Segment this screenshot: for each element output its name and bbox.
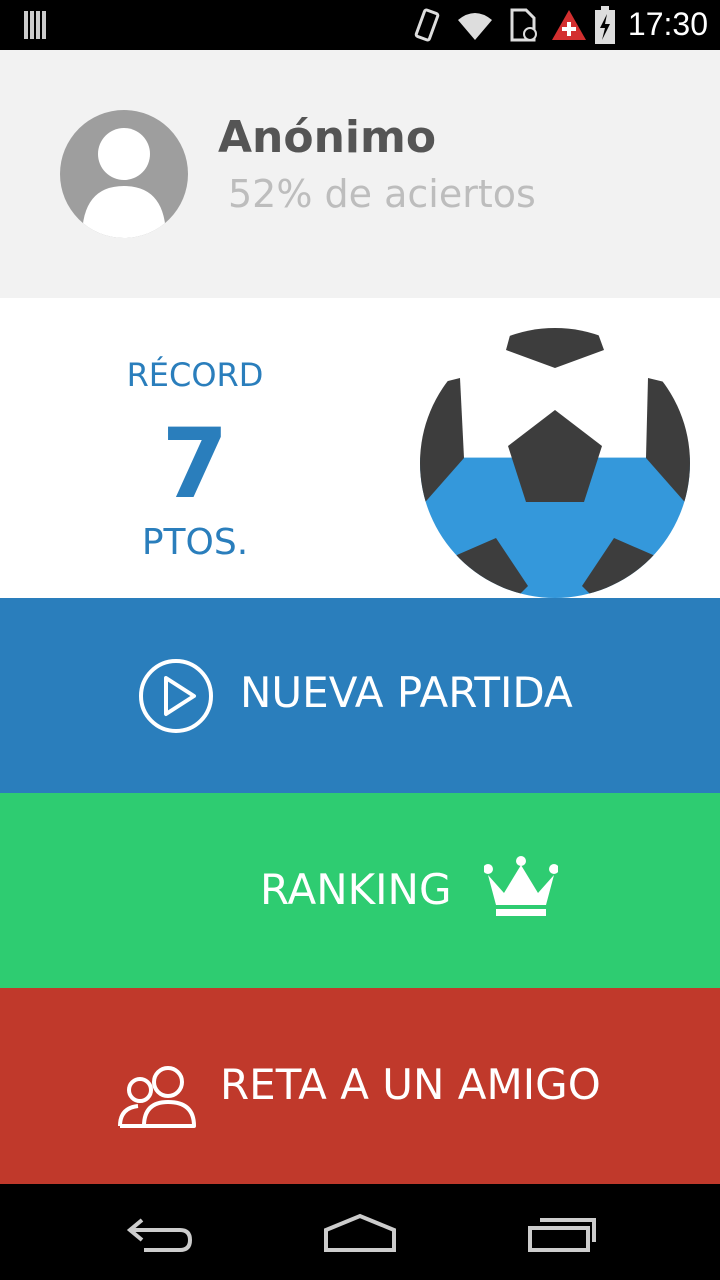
new-game-button[interactable]: NUEVA PARTIDA	[0, 598, 720, 793]
play-icon	[139, 659, 213, 733]
record-units: PTOS.	[141, 522, 249, 563]
user-silhouette-icon	[82, 128, 166, 238]
navigation-bar	[0, 1184, 720, 1280]
battery-charging-icon	[595, 6, 615, 44]
wifi-icon	[458, 13, 492, 40]
ranking-button[interactable]: RANKING	[0, 793, 720, 988]
record-panel: RÉCORD 7 PTOS.	[0, 298, 720, 598]
home-icon[interactable]	[322, 1212, 398, 1254]
crown-icon	[484, 856, 558, 916]
back-icon[interactable]	[124, 1214, 194, 1254]
avatar[interactable]	[60, 110, 188, 238]
player-name: Anónimo	[218, 112, 437, 163]
vibrate-icon	[414, 8, 440, 42]
record-label: RÉCORD	[126, 356, 264, 394]
challenge-friend-label: RETA A UN AMIGO	[220, 1060, 601, 1109]
challenge-friend-button[interactable]: RETA A UN AMIGO	[0, 988, 720, 1184]
recents-icon[interactable]	[526, 1214, 598, 1254]
new-game-label: NUEVA PARTIDA	[240, 668, 573, 717]
record-value: 7	[161, 408, 229, 520]
notification-icon	[24, 11, 46, 39]
player-accuracy: 52% de aciertos	[228, 172, 536, 216]
soccer-ball-progress-icon	[420, 328, 690, 598]
ranking-label: RANKING	[260, 865, 452, 914]
sim-icon	[510, 8, 537, 42]
profile-header: Anónimo 52% de aciertos	[0, 50, 720, 298]
status-bar: 17:30	[0, 0, 720, 50]
alert-icon	[552, 10, 586, 40]
clock: 17:30	[627, 6, 708, 42]
friends-icon	[118, 1066, 196, 1128]
